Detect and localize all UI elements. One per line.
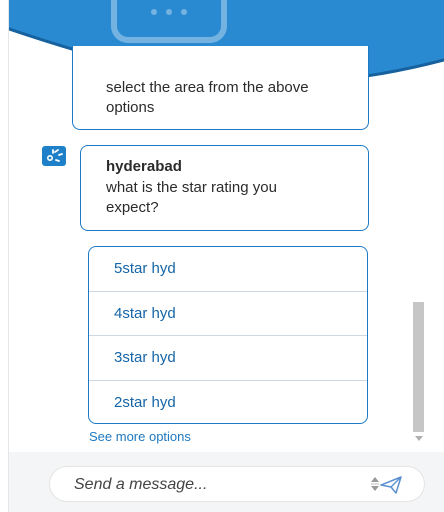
send-icon[interactable] bbox=[380, 476, 402, 494]
chat-scrollbar[interactable] bbox=[411, 80, 427, 446]
chat-widget: select the area from the above options h… bbox=[8, 0, 444, 512]
see-more-options-link[interactable]: See more options bbox=[89, 429, 191, 444]
previous-message-text: select the area from the above options bbox=[106, 79, 309, 116]
message-input[interactable] bbox=[72, 467, 366, 503]
scroll-down-icon[interactable] bbox=[415, 436, 423, 441]
option-5star-hyd[interactable]: 5star hyd bbox=[89, 247, 367, 292]
quick-reply-list: 5star hyd 4star hyd 3star hyd 2star hyd bbox=[88, 246, 368, 424]
previous-message-bubble: select the area from the above options bbox=[72, 46, 369, 130]
bot-question-bubble: hyderabad what is the star rating you ex… bbox=[80, 145, 369, 231]
scrollbar-thumb[interactable] bbox=[413, 302, 424, 432]
message-composer bbox=[49, 466, 425, 503]
option-3star-hyd[interactable]: 3star hyd bbox=[89, 336, 367, 381]
bot-question-text: what is the star rating you expect? bbox=[106, 179, 277, 216]
bot-question-title: hyderabad bbox=[106, 158, 182, 175]
spinner-arrows-icon[interactable] bbox=[370, 474, 380, 494]
option-2star-hyd[interactable]: 2star hyd bbox=[89, 381, 367, 424]
bot-avatar-icon bbox=[42, 146, 66, 166]
option-4star-hyd[interactable]: 4star hyd bbox=[89, 292, 367, 336]
